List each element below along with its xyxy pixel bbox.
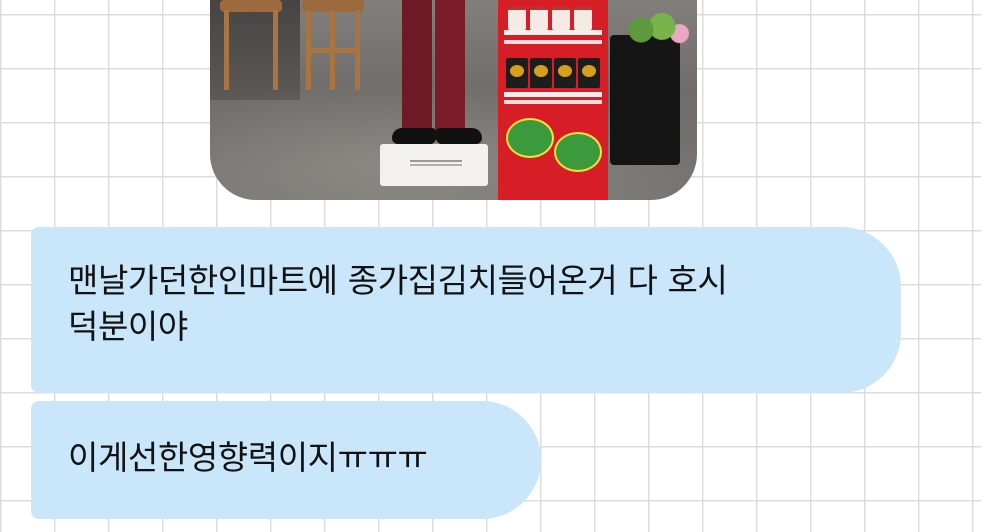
- photo-stool: [302, 0, 364, 90]
- photo-flowers: [620, 12, 690, 48]
- photo-cardboard-standee: [380, 0, 490, 190]
- photo-trash-bin: [610, 35, 680, 165]
- photo-kimchi-display-rack: [498, 0, 608, 200]
- message-text: 맨날가던한인마트에 종가집김치들어온거 다 호시 덕분이야: [68, 261, 728, 346]
- chat-message-bubble[interactable]: 이게선한영향력이지ㅠㅠㅠ: [31, 401, 541, 519]
- chat-message-bubble[interactable]: 맨날가던한인마트에 종가집김치들어온거 다 호시 덕분이야: [31, 227, 901, 393]
- message-text: 이게선한영향력이지ㅠㅠㅠ: [68, 438, 428, 477]
- shared-photo[interactable]: [210, 0, 697, 200]
- photo-chair: [220, 0, 282, 90]
